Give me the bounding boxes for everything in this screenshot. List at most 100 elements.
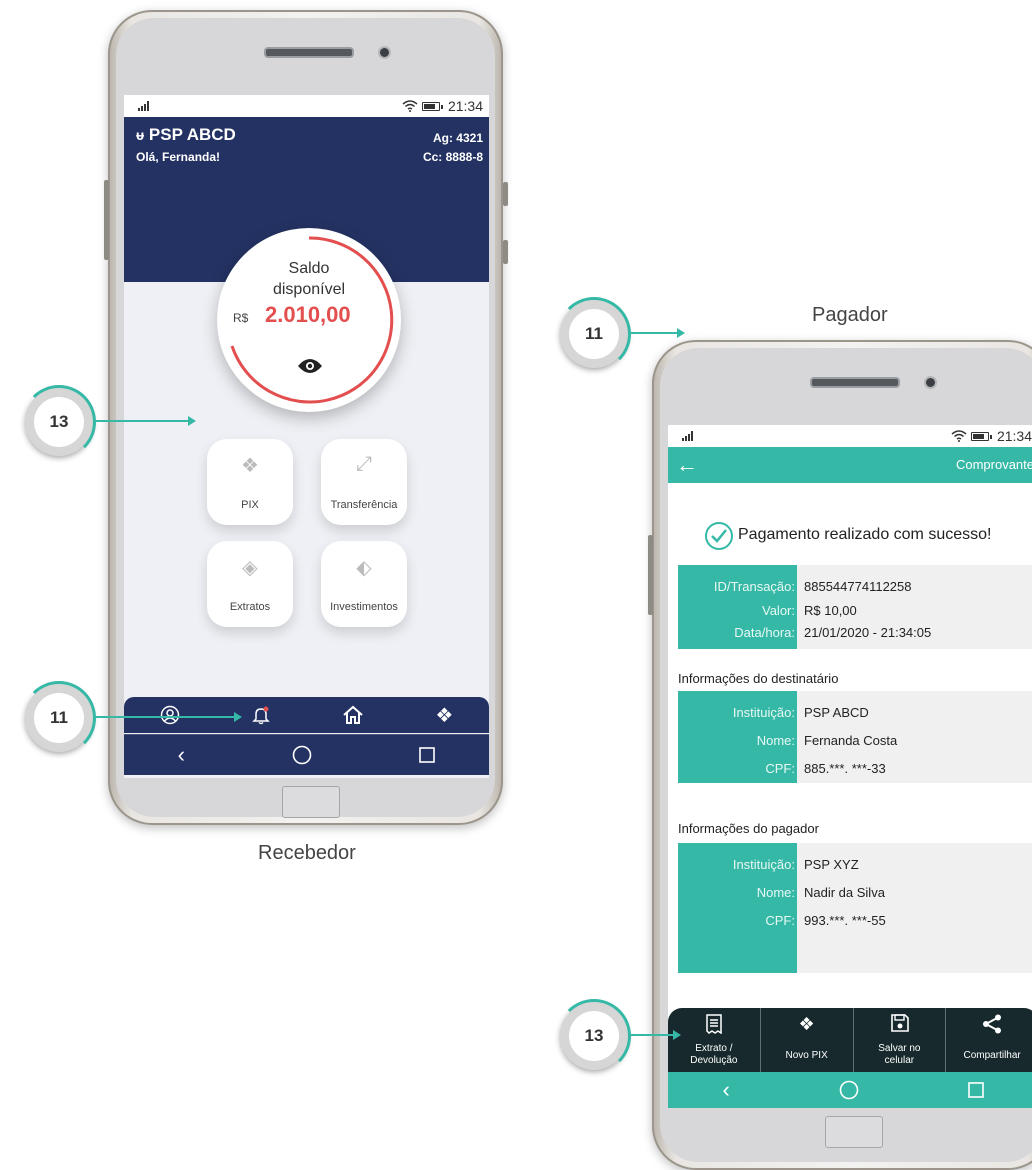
transaction-id-value: 885544774112258 — [804, 579, 912, 594]
bell-icon[interactable] — [251, 705, 271, 725]
receiver-phone-home-button[interactable] — [282, 786, 340, 818]
pix-icon: ❖ — [798, 1014, 815, 1034]
callout-number: 11 — [34, 693, 84, 743]
callout-11-receiver: 11 — [22, 681, 96, 755]
recipient-cpf-label: CPF: — [765, 761, 795, 776]
payer-name-value: Nadir da Silva — [804, 885, 885, 900]
callout-number: 13 — [569, 1011, 619, 1061]
recipient-institution-label: Instituição: — [732, 705, 795, 720]
statement-icon: ◈ — [242, 557, 258, 579]
agency-number: Ag: 4321 — [432, 131, 483, 145]
amount-label: Valor: — [762, 603, 795, 618]
datetime-value: 21/01/2020 - 21:34:05 — [804, 625, 932, 640]
recents-icon[interactable] — [419, 747, 436, 763]
payer-section-title: Informações do pagador — [678, 821, 819, 836]
home-circle-icon[interactable] — [839, 1080, 859, 1100]
payer-phone-home-button[interactable] — [825, 1116, 883, 1148]
balance-value: 2.010,00 — [265, 302, 351, 327]
tile-investments[interactable]: ⬖ Investimentos — [321, 541, 407, 627]
investment-icon: ⬖ — [356, 557, 372, 579]
payer-phone-speaker — [810, 377, 900, 388]
receiver-phone-side-button — [104, 180, 109, 260]
receiver-system-nav: ‹ — [124, 734, 489, 775]
recipient-institution-value: PSP ABCD — [804, 705, 869, 720]
tile-label: PIX — [241, 499, 259, 511]
pix-icon: ❖ — [241, 455, 259, 477]
tile-pix[interactable]: ❖ PIX — [207, 439, 293, 525]
payer-institution-value: PSP XYZ — [804, 857, 859, 872]
share-icon — [983, 1014, 1002, 1034]
payer-system-nav: ‹ — [668, 1072, 1032, 1108]
callout-arrowhead — [673, 1030, 681, 1040]
signal-icon — [138, 101, 149, 111]
action-label: Compartilhar — [963, 1050, 1021, 1061]
receiver-bottom-nav: ❖ — [124, 697, 489, 733]
payer-caption: Pagador — [812, 304, 888, 326]
payer-institution-label: Instituição: — [732, 857, 795, 872]
share-button[interactable]: Compartilhar — [945, 1008, 1032, 1072]
statement-refund-button[interactable]: Extrato / Devolução — [668, 1008, 760, 1072]
recipient-cpf-value: 885.***. ***-33 — [804, 761, 886, 776]
payer-phone-camera — [924, 376, 937, 389]
tile-statements[interactable]: ◈ Extratos — [207, 541, 293, 627]
greeting: Olá, Fernanda! — [136, 150, 221, 164]
callout-connector — [631, 332, 677, 334]
recipient-card: Instituição: PSP ABCD Nome: Fernanda Costa… — [678, 691, 1032, 783]
profile-icon[interactable] — [160, 705, 180, 725]
receipt-icon — [706, 1014, 722, 1034]
action-label: Novo PIX — [785, 1050, 828, 1061]
payer-phone-frame: 21:34 ← Comprovante Pagamento realizado … — [648, 340, 1032, 1170]
status-time: 21:34 — [447, 98, 483, 114]
back-icon[interactable]: ‹ — [178, 742, 185, 768]
transfer-icon: ⤢ — [356, 453, 372, 475]
tile-label: Extratos — [229, 601, 271, 613]
signal-icon — [682, 431, 693, 441]
pix-icon[interactable]: ❖ — [435, 703, 453, 728]
home-circle-icon[interactable] — [292, 745, 312, 765]
home-icon[interactable] — [342, 705, 364, 725]
payer-info-card: Instituição: PSP XYZ Nome: Nadir da Silva … — [678, 843, 1032, 973]
wifi-icon — [402, 100, 418, 112]
payer-screen: 21:34 ← Comprovante Pagamento realizado … — [668, 425, 1032, 1108]
callout-13-payer: 13 — [557, 999, 631, 1073]
save-to-phone-button[interactable]: Salvar no celular — [852, 1008, 946, 1072]
balance-currency: R$ — [233, 311, 249, 325]
payer-action-bar: Extrato / Devolução ❖ Novo PIX Salvar no c… — [668, 1008, 1032, 1072]
balance-card: Saldo disponível R$ 2.010,00 — [217, 228, 401, 412]
account-number: Cc: 8888-8 — [422, 150, 483, 164]
datetime-label: Data/hora: — [734, 625, 795, 640]
eye-icon[interactable] — [297, 358, 323, 374]
callout-connector — [96, 420, 188, 422]
action-label: Salvar no celular — [878, 1043, 921, 1066]
recipient-name-value: Fernanda Costa — [804, 733, 898, 748]
payer-phone-side-button — [648, 535, 653, 615]
payer-status-bar: 21:34 — [668, 425, 1032, 447]
amount-value: R$ 10,00 — [804, 603, 857, 618]
back-arrow-icon[interactable]: ← — [676, 452, 698, 478]
payer-name-label: Nome: — [756, 885, 795, 900]
callout-arrowhead — [234, 712, 242, 722]
back-icon[interactable]: ‹ — [722, 1077, 729, 1103]
recipient-section-title: Informações do destinatário — [678, 671, 839, 686]
callout-number: 13 — [34, 397, 84, 447]
new-pix-button[interactable]: ❖ Novo PIX — [759, 1008, 853, 1072]
recents-icon[interactable] — [967, 1082, 984, 1098]
page-title: Comprovante — [955, 457, 1032, 472]
tile-transfer[interactable]: ⤢ Transferência — [321, 439, 407, 525]
tile-label: Transferência — [330, 499, 398, 511]
bank-logo-icon: ᵾ — [136, 127, 145, 143]
recipient-name-label: Nome: — [756, 733, 795, 748]
action-label: Extrato / Devolução — [690, 1043, 738, 1066]
wifi-icon — [951, 430, 967, 442]
battery-icon — [970, 431, 992, 441]
balance-title: Saldo disponível — [272, 260, 346, 298]
receiver-caption: Recebedor — [258, 842, 356, 864]
success-check-icon — [705, 522, 733, 550]
callout-connector — [96, 716, 234, 718]
callout-arrowhead — [188, 416, 196, 426]
transaction-id-label: ID/Transação: — [713, 579, 795, 594]
callout-11-payer: 11 — [557, 297, 631, 371]
receiver-phone-camera — [378, 46, 391, 59]
receiver-phone-volume-button — [503, 182, 508, 206]
payer-header: ← Comprovante — [668, 447, 1032, 483]
